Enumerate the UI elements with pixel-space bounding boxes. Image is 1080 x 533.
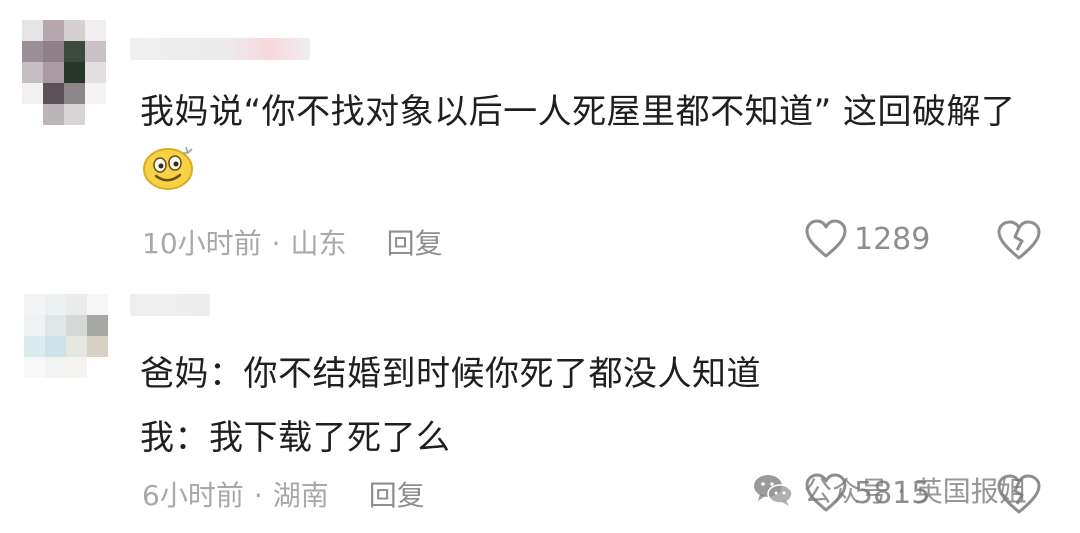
comment-list: 我妈说“你不找对象以后一人死屋里都不知道” 这回破解了 10小时前 · 山东 回复 1… (0, 0, 1080, 533)
comment-location: 湖南 (272, 479, 329, 512)
comment-text: 我妈说“你不找对象以后一人死屋里都不知道” 这回破解了 (140, 86, 1070, 191)
username-blurred[interactable] (130, 38, 310, 60)
watermark: 公众号 · 英国报姐 (752, 470, 1027, 510)
comment-meta: 6小时前 · 湖南 回复 (142, 474, 425, 514)
comment-text-line: 我：我下载了死了么 (140, 418, 451, 458)
broken-heart-icon (997, 220, 1041, 260)
avatar[interactable] (24, 294, 108, 378)
reply-button[interactable]: 回复 (387, 227, 443, 260)
separator-dot: · (253, 479, 263, 512)
like-button[interactable]: 1289 (804, 218, 930, 260)
dislike-button[interactable] (996, 218, 1042, 262)
username-blurred[interactable] (130, 294, 210, 316)
comment-meta: 10小时前 · 山东 回复 (142, 222, 443, 262)
watermark-text: 公众号 · 英国报姐 (804, 475, 1027, 508)
smile-emoji-icon (142, 141, 196, 191)
comment-text-line: 爸妈：你不结婚到时候你死了都没人知道 (140, 354, 761, 394)
avatar[interactable] (22, 20, 106, 125)
comment-location: 山东 (290, 227, 347, 260)
comment-body: 我妈说“你不找对象以后一人死屋里都不知道” 这回破解了 (140, 92, 1016, 132)
heart-icon (805, 219, 847, 258)
reply-button[interactable]: 回复 (369, 479, 425, 512)
wechat-icon (754, 475, 793, 506)
like-count: 1289 (854, 221, 931, 257)
separator-dot: · (271, 227, 281, 260)
comment-item: 我妈说“你不找对象以后一人死屋里都不知道” 这回破解了 10小时前 · 山东 回复 1… (0, 0, 1080, 280)
comment-time: 6小时前 (142, 479, 244, 512)
comment-time: 10小时前 (142, 227, 262, 260)
